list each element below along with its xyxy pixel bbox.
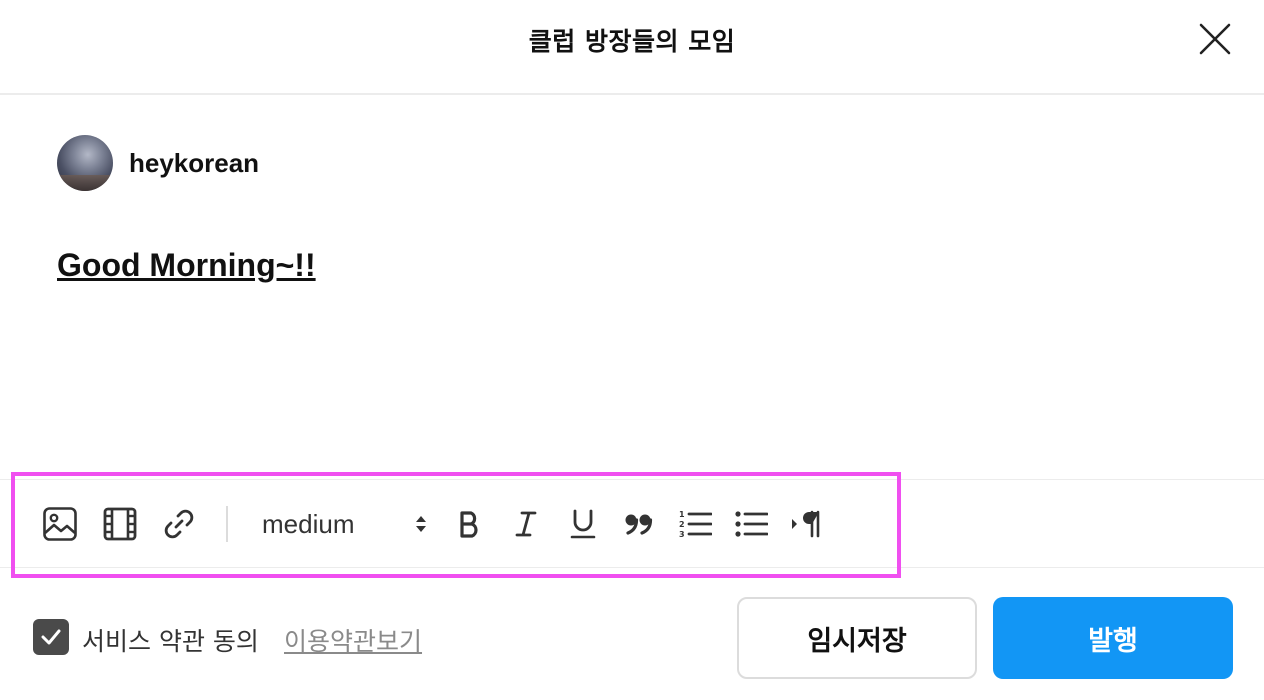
agree-checkbox[interactable] [33, 619, 69, 655]
publish-button[interactable]: 발행 [993, 597, 1233, 679]
author-info: heykorean [57, 135, 259, 191]
agree-label: 서비스 약관 동의 [82, 627, 259, 656]
save-draft-button[interactable]: 임시저장 [737, 597, 977, 679]
close-button[interactable] [1196, 20, 1234, 58]
post-content[interactable]: Good Morning~!! [57, 247, 316, 284]
footer: 서비스 약관 동의 이용약관보기 임시저장 발행 [0, 568, 1264, 700]
page-title: 클럽 방장들의 모임 [528, 27, 736, 56]
close-icon [1199, 23, 1231, 55]
avatar[interactable] [57, 135, 113, 191]
toolbar-highlight [11, 472, 901, 578]
terms-link[interactable]: 이용약관보기 [284, 622, 422, 658]
check-icon [41, 629, 61, 645]
header: 클럽 방장들의 모임 [0, 0, 1264, 95]
author-name: heykorean [129, 147, 260, 178]
